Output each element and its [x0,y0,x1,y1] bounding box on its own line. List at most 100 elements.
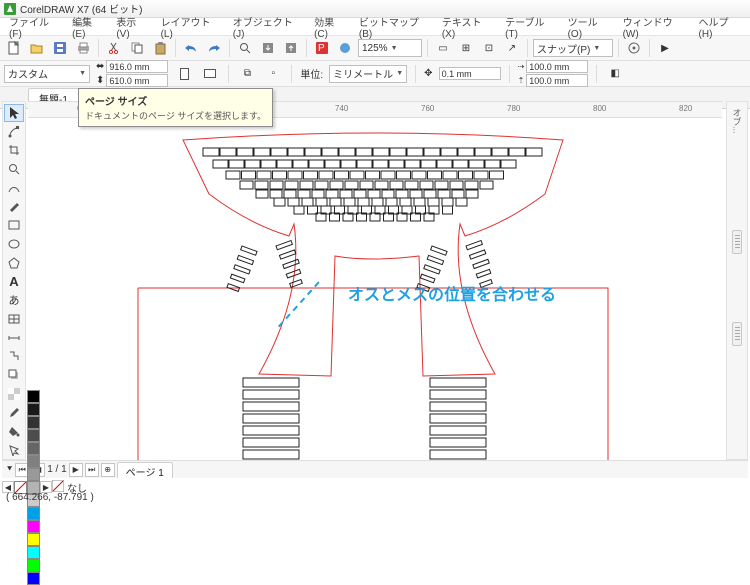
open-icon[interactable] [27,38,47,58]
menu-text[interactable]: テキスト(X) [437,13,498,41]
color-swatch[interactable] [27,533,40,546]
freehand-tool-icon[interactable] [4,179,24,197]
publish-icon[interactable]: P [312,38,332,58]
rectangle-tool-icon[interactable] [4,216,24,234]
page-size-select[interactable]: カスタム▼ [4,65,90,83]
page-width-field[interactable]: 916.0 mm [106,60,168,73]
menu-effect[interactable]: 効果(C) [309,13,352,41]
corel-connect-icon[interactable] [335,38,355,58]
units-select[interactable]: ミリメートル▼ [329,65,407,83]
canvas[interactable]: オスとメスの位置を合わせる [28,118,722,460]
dropshadow-tool-icon[interactable] [4,366,24,384]
dimension-tool-icon[interactable] [4,329,24,347]
standard-toolbar: P 125%▼ ▭ ⊞ ⊡ ↗ スナップ(P) ▼ ▶ [0,35,750,61]
ellipse-tool-icon[interactable] [4,235,24,253]
page-tab[interactable]: ページ 1 [117,462,173,478]
menu-file[interactable]: ファイル(F) [4,13,65,41]
artistic-media-icon[interactable] [4,198,24,216]
cursor-coords: ( 664.266, -87.791 ) [6,492,94,503]
treat-as-filled-icon[interactable]: ◧ [605,64,625,84]
color-swatch[interactable] [27,572,40,585]
add-page-button[interactable]: ⊕ [101,463,115,477]
color-swatch[interactable] [27,507,40,520]
color-swatch[interactable] [27,429,40,442]
launch-icon[interactable]: ▶ [655,38,675,58]
fullscreen-icon[interactable]: ▭ [433,38,453,58]
table-tool-icon[interactable] [4,310,24,328]
text-tool-jp-icon[interactable]: あ [4,291,24,309]
menu-window[interactable]: ウィンドウ(W) [618,13,692,41]
units-label: 単位: [300,66,323,81]
nav-marker-icon: ⯆ [6,464,13,475]
cut-icon[interactable] [104,38,124,58]
current-page-icon[interactable]: ▫ [263,64,283,84]
color-swatch[interactable] [27,468,40,481]
portrait-icon[interactable] [174,64,194,84]
tooltip-title: ページ サイズ [85,93,266,108]
transparency-tool-icon[interactable] [4,385,24,403]
fill-tool-icon[interactable] [4,423,24,441]
color-swatch[interactable] [27,416,40,429]
scroll-grip-2[interactable] [732,322,742,346]
show-grid-icon[interactable]: ⊡ [479,38,499,58]
svg-text:P: P [318,43,325,54]
print-icon[interactable] [73,38,93,58]
pick-tool-icon[interactable] [4,104,24,122]
last-page-button[interactable]: ⏭ [85,463,99,477]
color-swatch[interactable] [27,559,40,572]
landscape-icon[interactable] [200,64,220,84]
color-swatch[interactable] [27,403,40,416]
menu-edit[interactable]: 編集(E) [67,13,109,41]
tooltip: ページ サイズ ドキュメントのページ サイズを選択します。 [78,88,273,127]
dup-y-field[interactable]: 100.0 mm [526,74,588,87]
docker-panel[interactable]: オブ... [726,101,748,460]
toolbox: A あ [2,101,26,460]
docker-tab-label[interactable]: オブ... [731,108,744,134]
snap-dropdown[interactable]: スナップ(P) ▼ [533,39,613,57]
scroll-grip-1[interactable] [732,230,742,254]
import-icon[interactable] [258,38,278,58]
nudge-icon: ✥ [424,68,432,79]
color-swatch[interactable] [27,546,40,559]
options-icon[interactable] [624,38,644,58]
all-pages-icon[interactable]: ⧉ [237,64,257,84]
dup-x-field[interactable]: 100.0 mm [526,60,588,73]
menubar: ファイル(F) 編集(E) 表示(V) レイアウト(L) オブジェクト(J) 効… [0,18,750,35]
paste-icon[interactable] [150,38,170,58]
color-swatch[interactable] [27,390,40,403]
save-icon[interactable] [50,38,70,58]
crop-tool-icon[interactable] [4,141,24,159]
polygon-tool-icon[interactable] [4,254,24,272]
copy-icon[interactable] [127,38,147,58]
menu-bitmap[interactable]: ビットマップ(B) [354,13,435,41]
connector-tool-icon[interactable] [4,348,24,366]
page-height-field[interactable]: 610.0 mm [106,74,168,87]
property-bar: カスタム▼ ⬌916.0 mm ⬍610.0 mm ⧉ ▫ 単位: ミリメートル… [0,61,750,87]
zoom-select[interactable]: 125%▼ [358,39,422,57]
export-icon[interactable] [281,38,301,58]
color-swatch[interactable] [27,455,40,468]
color-swatch[interactable] [27,520,40,533]
text-tool-icon[interactable]: A [4,272,24,290]
menu-view[interactable]: 表示(V) [111,13,153,41]
menu-help[interactable]: ヘルプ(H) [694,13,746,41]
menu-tool[interactable]: ツール(O) [563,13,616,41]
color-swatch[interactable] [27,442,40,455]
redo-icon[interactable] [204,38,224,58]
menu-table[interactable]: テーブル(T) [500,13,560,41]
new-icon[interactable] [4,38,24,58]
nudge-field[interactable]: 0.1 mm [439,67,501,80]
undo-icon[interactable] [181,38,201,58]
menu-layout[interactable]: レイアウト(L) [156,13,226,41]
next-page-button[interactable]: ▶ [69,463,83,477]
zoom-tool-icon[interactable] [4,160,24,178]
menu-object[interactable]: オブジェクト(J) [228,13,307,41]
chevron-down-icon: ▼ [593,45,600,52]
show-guides-icon[interactable]: ↗ [502,38,522,58]
shape-tool-icon[interactable] [4,123,24,141]
outline-tool-icon[interactable] [4,441,24,459]
tooltip-desc: ドキュメントのページ サイズを選択します。 [85,109,266,122]
search-icon[interactable] [235,38,255,58]
show-rulers-icon[interactable]: ⊞ [456,38,476,58]
eyedropper-tool-icon[interactable] [4,404,24,422]
